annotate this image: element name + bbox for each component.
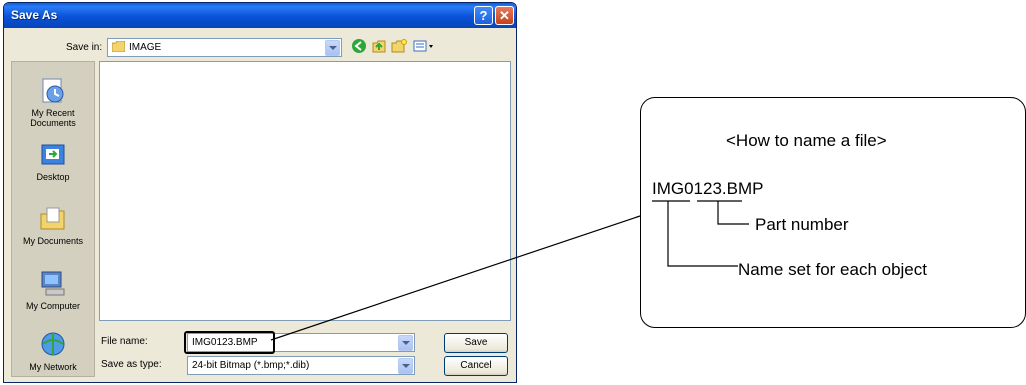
- connector-line: [270, 215, 641, 341]
- annotation-lines: [270, 200, 749, 341]
- part-leader: [717, 201, 749, 225]
- name-leader: [667, 201, 738, 267]
